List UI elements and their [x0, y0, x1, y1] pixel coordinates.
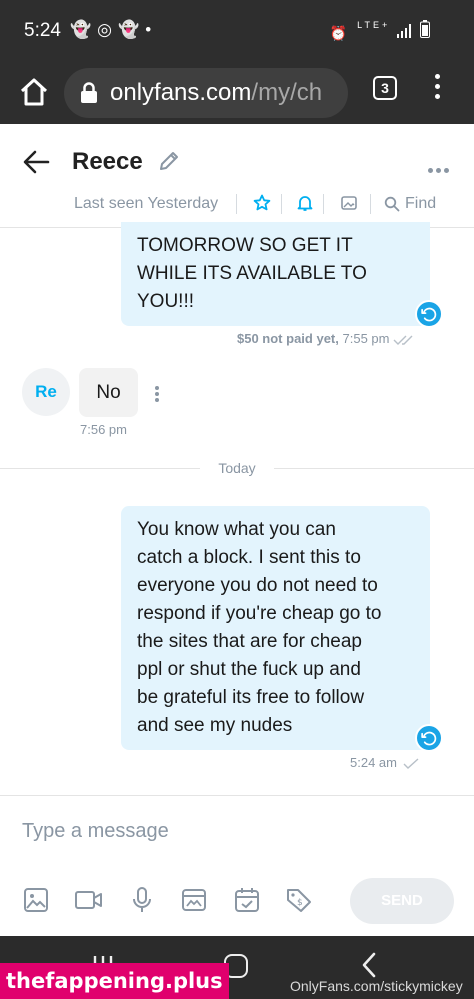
- message-time: 7:56 pm: [80, 422, 127, 437]
- reply-icon[interactable]: [415, 724, 443, 752]
- url-text: onlyfans.com/my/ch: [110, 79, 322, 107]
- incoming-message[interactable]: No: [79, 368, 138, 417]
- divider: [370, 194, 371, 214]
- divider: [323, 194, 324, 214]
- lte-icon: LTE+: [357, 20, 391, 30]
- message-line: TOMORROW SO GET IT: [137, 235, 353, 256]
- double-check-icon: [393, 335, 413, 345]
- search-icon[interactable]: [384, 196, 400, 212]
- signal-icon: [397, 24, 420, 41]
- dot-icon: •: [145, 20, 158, 39]
- snapchat-icon: 👻: [118, 20, 146, 39]
- browser-toolbar: onlyfans.com/my/ch 3: [0, 60, 474, 124]
- url-bar[interactable]: onlyfans.com/my/ch: [64, 68, 348, 118]
- status-time: 5:24: [24, 20, 61, 41]
- watermark-right: OnlyFans.com/stickymickey: [290, 978, 463, 994]
- message-line: ppl or shut the fuck up and: [137, 659, 361, 680]
- day-divider-label: Today: [218, 460, 256, 476]
- message-text: No: [96, 382, 121, 403]
- message-time: 7:55 pm: [342, 331, 390, 346]
- url-domain: onlyfans.com: [110, 79, 252, 106]
- star-icon[interactable]: [253, 194, 271, 212]
- image-icon[interactable]: [22, 886, 50, 914]
- svg-text:$: $: [297, 898, 303, 908]
- find-button[interactable]: Find: [405, 195, 436, 213]
- message-line: WHILE ITS AVAILABLE TO: [137, 263, 367, 284]
- tab-switcher-button[interactable]: 3: [373, 76, 397, 100]
- send-button[interactable]: SEND: [350, 878, 454, 924]
- alarm-icon: ⏰: [329, 25, 351, 41]
- price-label: $50 not paid yet,: [237, 331, 339, 346]
- schedule-icon[interactable]: [233, 886, 261, 914]
- chat-header: Reece Last seen Yesterday Find: [0, 124, 474, 228]
- outgoing-message[interactable]: TOMORROW SO GET IT WHILE ITS AVAILABLE T…: [121, 222, 430, 326]
- outgoing-message[interactable]: You know what you can catch a block. I s…: [121, 506, 430, 750]
- divider: [236, 194, 237, 214]
- battery-icon: [420, 20, 430, 41]
- message-line: respond if you're cheap go to: [137, 603, 382, 624]
- notification-icons: 👻◎👻•: [70, 20, 157, 40]
- gallery-icon[interactable]: [340, 194, 358, 212]
- bell-icon[interactable]: [296, 194, 314, 212]
- contact-name[interactable]: Reece: [72, 148, 143, 176]
- back-icon[interactable]: [358, 952, 382, 978]
- instagram-icon: ◎: [97, 20, 119, 39]
- last-seen-status: Last seen Yesterday: [74, 195, 219, 212]
- divider: [281, 194, 282, 214]
- lock-icon: [81, 82, 97, 103]
- avatar[interactable]: Re: [22, 368, 70, 416]
- url-path: /my/ch: [251, 79, 323, 106]
- message-line: everyone you do not need to: [137, 575, 378, 596]
- message-meta: 5:24 am: [350, 755, 421, 770]
- snapchat-icon: 👻: [70, 20, 98, 39]
- home-icon[interactable]: [16, 74, 52, 110]
- message-input[interactable]: Type a message: [22, 820, 169, 843]
- message-meta: $50 not paid yet, 7:55 pm: [237, 331, 417, 346]
- vault-icon[interactable]: [180, 886, 208, 914]
- message-line: catch a block. I sent this to: [137, 547, 361, 568]
- reply-icon[interactable]: [415, 300, 443, 328]
- browser-menu-icon[interactable]: [432, 74, 442, 104]
- message-composer: Type a message $ SEND: [0, 795, 474, 936]
- check-icon: [403, 758, 419, 769]
- more-options-icon[interactable]: [428, 160, 452, 173]
- message-line: and see my nudes: [137, 715, 293, 736]
- day-divider: Today: [0, 460, 474, 476]
- message-line: YOU!!!: [137, 291, 195, 312]
- message-line: You know what you can: [137, 519, 336, 540]
- back-arrow-icon[interactable]: [22, 148, 50, 176]
- video-icon[interactable]: [74, 886, 104, 914]
- price-tag-icon[interactable]: $: [285, 886, 313, 914]
- message-line: be grateful its free to follow: [137, 687, 365, 708]
- watermark-left: thefappening.plus: [0, 963, 229, 999]
- status-bar: 5:24 👻◎👻• ⏰ LTE+: [0, 0, 474, 60]
- message-time: 5:24 am: [350, 755, 397, 770]
- edit-pencil-icon[interactable]: [158, 150, 180, 172]
- message-options-icon[interactable]: [155, 386, 159, 402]
- microphone-icon[interactable]: [128, 886, 156, 914]
- system-icons: ⏰ LTE+: [330, 20, 430, 42]
- message-line: the sites that are for cheap: [137, 631, 362, 652]
